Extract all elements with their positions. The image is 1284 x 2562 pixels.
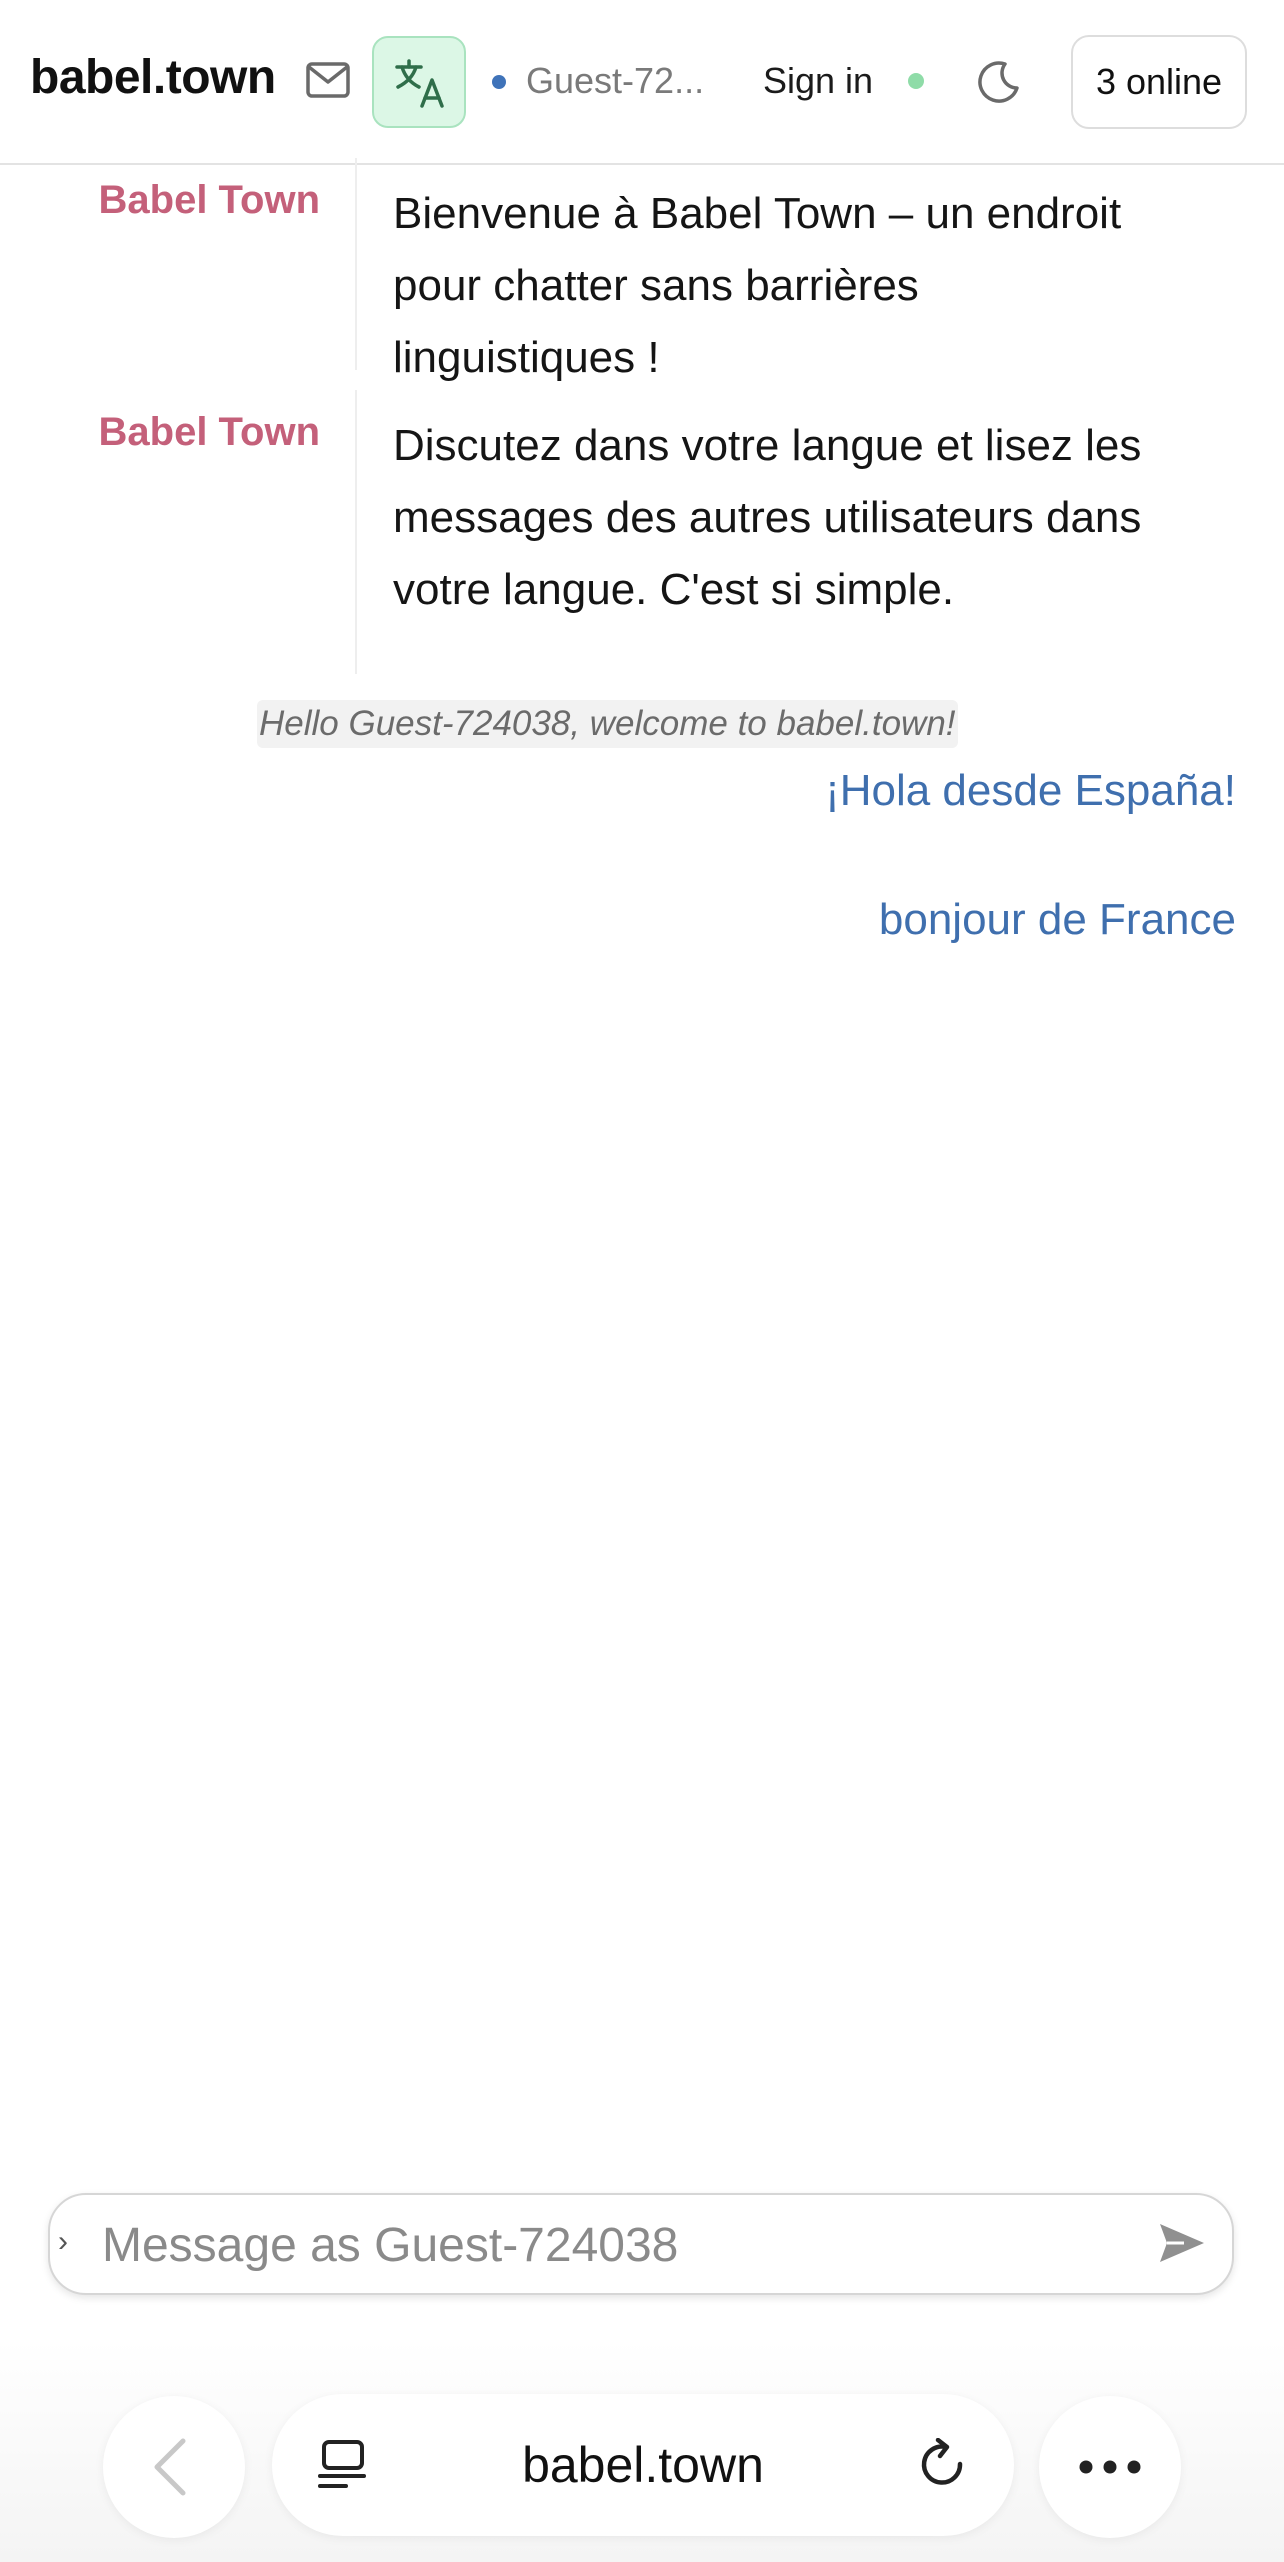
message-author[interactable]: Babel Town [99, 178, 320, 223]
more-icon [1079, 2460, 1141, 2474]
message-author[interactable]: Babel Town [99, 410, 320, 455]
guest-username[interactable]: Guest-72... [526, 60, 722, 102]
expand-composer-button[interactable]: › [58, 2225, 68, 2259]
message-input[interactable] [100, 2213, 1134, 2277]
message-divider [355, 390, 357, 674]
sign-in-button[interactable]: Sign in [763, 60, 873, 102]
brand-logo[interactable]: babel.town [30, 50, 276, 105]
translate-icon [395, 59, 444, 108]
welcome-system-note: Hello Guest-724038, welcome to babel.tow… [257, 700, 958, 748]
more-options-button[interactable] [1039, 2396, 1181, 2538]
online-status-dot [908, 73, 924, 89]
address-bar[interactable]: babel.town [272, 2394, 1014, 2536]
message-divider [355, 158, 357, 370]
top-bar: babel.town Guest-72... Sign in 3 online [0, 0, 1284, 165]
message-text: Bienvenue à Babel Town – un endroit pour… [393, 189, 1122, 382]
browser-toolbar: babel.town [0, 2340, 1284, 2562]
translate-toggle-button[interactable] [372, 36, 466, 128]
message-composer: › [48, 2193, 1234, 2295]
reload-icon[interactable] [916, 2438, 970, 2492]
browser-back-button[interactable] [103, 2396, 245, 2538]
mail-icon[interactable] [305, 60, 351, 100]
online-count-button[interactable]: 3 online [1071, 35, 1247, 129]
send-icon[interactable] [1158, 2221, 1206, 2270]
message-text: Discutez dans votre langue et lisez les … [393, 421, 1142, 614]
chevron-left-icon [154, 2438, 186, 2496]
user-message: bonjour de France [878, 895, 1236, 944]
guest-status-dot [492, 75, 506, 89]
moon-icon[interactable] [975, 58, 1023, 106]
url-text[interactable]: babel.town [272, 2436, 1014, 2494]
user-message: ¡Hola desde España! [825, 766, 1236, 815]
